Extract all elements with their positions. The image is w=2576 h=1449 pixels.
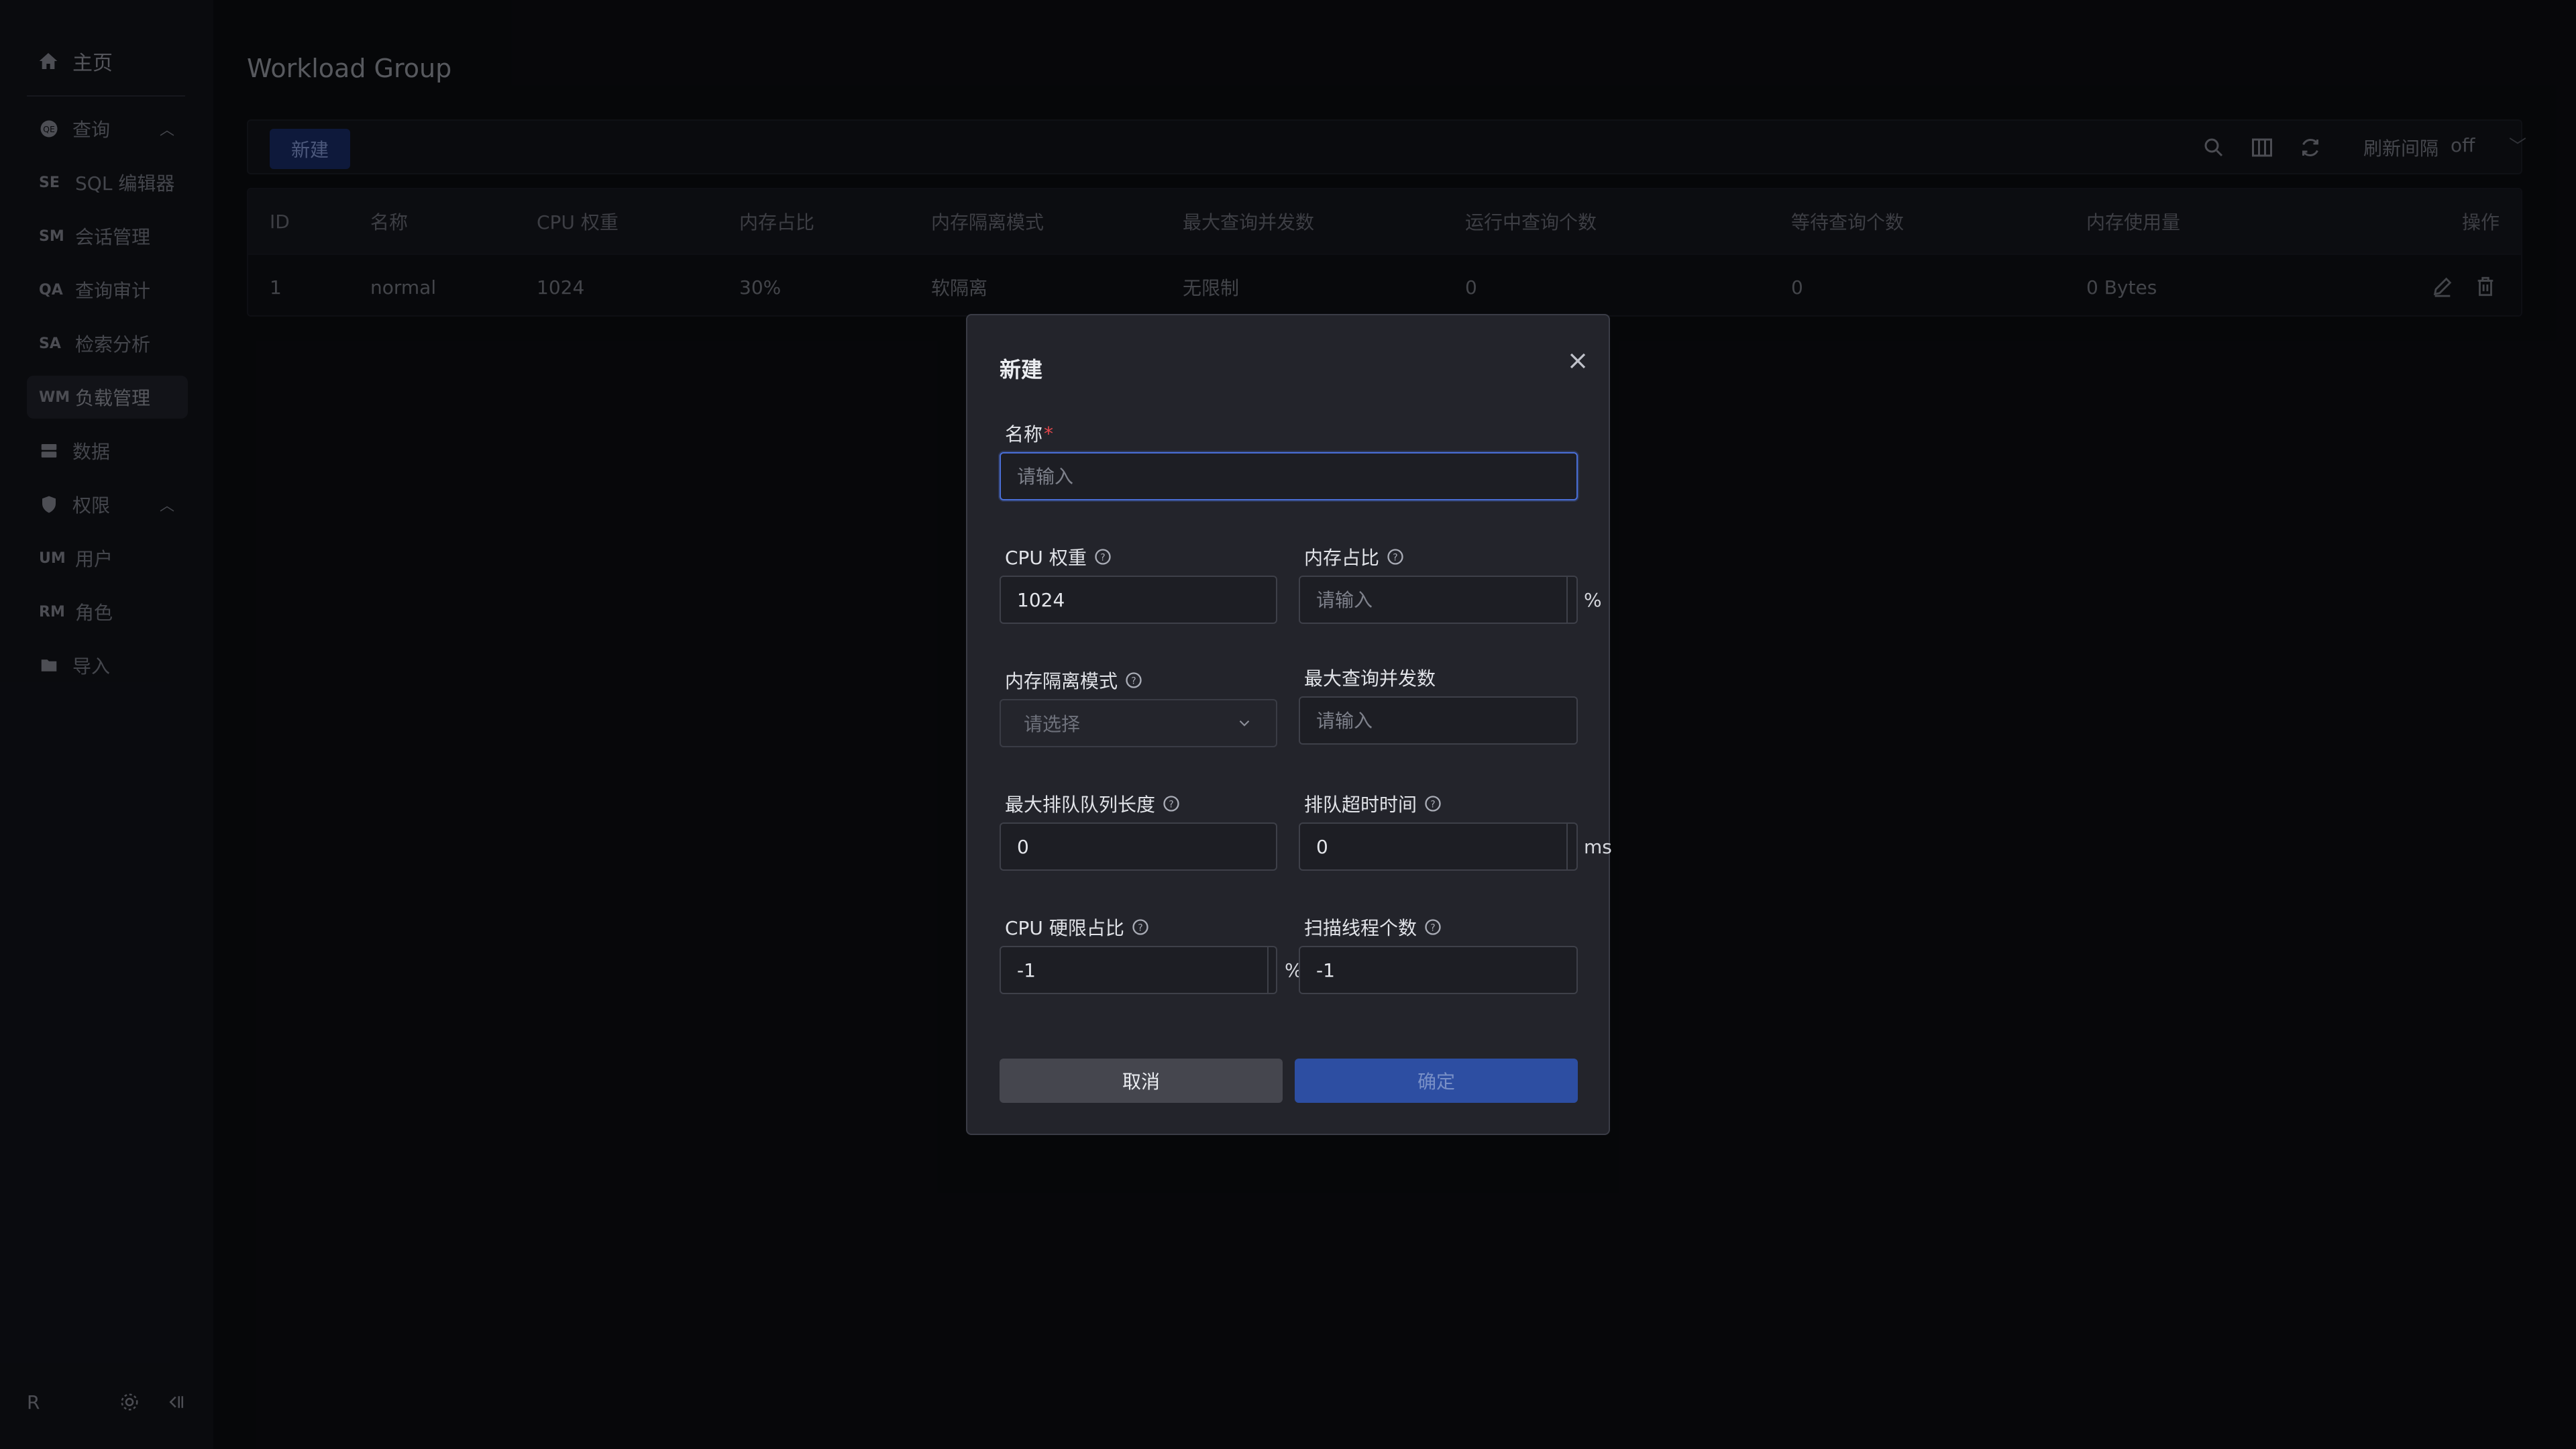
cpu-hard-limit-label-text: CPU 硬限占比 <box>1005 917 1124 939</box>
confirm-button[interactable]: 确定 <box>1295 1059 1578 1103</box>
memory-ratio-label: 内存占比 ? <box>1304 543 1405 570</box>
percent-suffix: % <box>1566 577 1618 623</box>
help-icon[interactable]: ? <box>1424 794 1442 813</box>
cpu-weight-label-text: CPU 权重 <box>1005 547 1087 569</box>
help-icon[interactable]: ? <box>1131 918 1150 936</box>
svg-text:?: ? <box>1430 799 1435 810</box>
svg-text:?: ? <box>1100 552 1105 563</box>
name-field[interactable] <box>1000 452 1578 500</box>
name-label: 名称 * <box>1005 420 1053 447</box>
queue-timeout-field[interactable]: ms <box>1299 822 1612 871</box>
svg-text:?: ? <box>1131 676 1136 686</box>
svg-text:?: ? <box>1169 799 1173 810</box>
svg-text:?: ? <box>1393 552 1397 563</box>
memory-ratio-field[interactable]: % <box>1299 576 1602 624</box>
scan-threads-input[interactable] <box>1300 947 1576 993</box>
max-concurrency-label: 最大查询并发数 <box>1304 664 1436 691</box>
cpu-hard-limit-label: CPU 硬限占比 ? <box>1005 914 1150 941</box>
max-concurrency-input[interactable] <box>1300 698 1576 743</box>
memory-mode-label-text: 内存隔离模式 <box>1005 670 1118 692</box>
cpu-weight-label: CPU 权重 ? <box>1005 543 1112 570</box>
queue-timeout-label-text: 排队超时时间 <box>1304 794 1417 816</box>
cancel-button[interactable]: 取消 <box>1000 1059 1283 1103</box>
svg-text:?: ? <box>1430 922 1435 933</box>
cpu-weight-field[interactable] <box>1000 576 1277 624</box>
max-queue-label-text: 最大排队队列长度 <box>1005 794 1156 816</box>
help-icon[interactable]: ? <box>1424 918 1442 936</box>
max-concurrency-field[interactable] <box>1299 696 1578 745</box>
cpu-hard-limit-input[interactable] <box>1001 947 1267 993</box>
max-queue-label: 最大排队队列长度 ? <box>1005 790 1181 817</box>
max-queue-input[interactable] <box>1001 824 1276 869</box>
scan-threads-label: 扫描线程个数 ? <box>1304 914 1442 941</box>
required-mark: * <box>1044 422 1054 445</box>
name-input[interactable] <box>1001 453 1576 499</box>
help-icon[interactable]: ? <box>1386 547 1405 566</box>
memory-mode-select[interactable]: 请选择 <box>1000 699 1277 747</box>
cpu-weight-input[interactable] <box>1001 577 1276 623</box>
memory-ratio-label-text: 内存占比 <box>1304 547 1380 569</box>
cpu-hard-limit-field[interactable]: % <box>1000 946 1303 994</box>
chevron-down-icon <box>1239 720 1250 727</box>
scan-threads-field[interactable] <box>1299 946 1578 994</box>
memory-mode-placeholder: 请选择 <box>1024 713 1081 735</box>
max-concurrency-label-text: 最大查询并发数 <box>1304 667 1436 690</box>
name-label-text: 名称 <box>1005 423 1043 445</box>
svg-text:?: ? <box>1138 922 1142 933</box>
scan-threads-label-text: 扫描线程个数 <box>1304 917 1417 939</box>
dialog-title: 新建 <box>1000 357 1043 382</box>
queue-timeout-input[interactable] <box>1300 824 1566 869</box>
memory-ratio-input[interactable] <box>1300 577 1566 623</box>
queue-timeout-label: 排队超时时间 ? <box>1304 790 1442 817</box>
create-workload-dialog: 新建 名称 * CPU 权重 ? 内存占比 ? % 内存隔离模式 ? 请选择 最… <box>966 314 1612 1135</box>
memory-mode-label: 内存隔离模式 ? <box>1005 667 1143 694</box>
help-icon[interactable]: ? <box>1124 671 1143 690</box>
close-icon[interactable] <box>1564 347 1591 374</box>
help-icon[interactable]: ? <box>1162 794 1181 813</box>
ms-suffix: ms <box>1566 824 1628 869</box>
max-queue-field[interactable] <box>1000 822 1277 871</box>
help-icon[interactable]: ? <box>1093 547 1112 566</box>
